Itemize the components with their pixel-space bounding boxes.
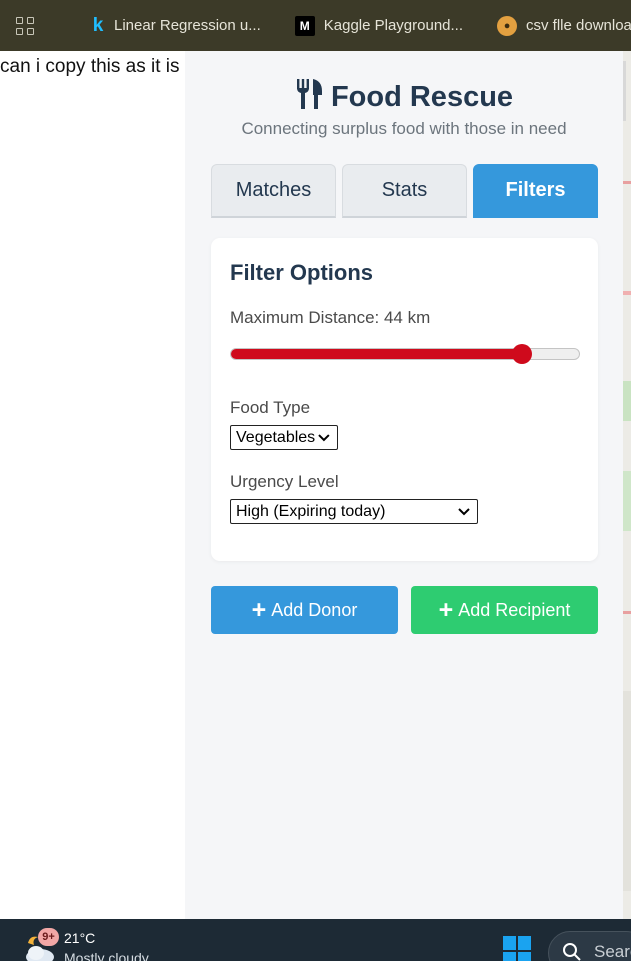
utensils-icon [296,79,322,109]
add-donor-button[interactable]: + Add Donor [211,586,398,634]
plus-icon: + [251,595,267,624]
title-text: Food Rescue [330,81,514,113]
search-icon [563,943,581,961]
bookmark-linear-regression[interactable]: k Linear Regression u... [91,15,261,37]
left-text: can i copy this as it is [0,56,180,77]
medium-icon: M [294,15,315,36]
distance-slider-thumb[interactable] [511,344,532,364]
chevron-down-icon [458,507,470,515]
csv-icon: ● [497,15,518,36]
apps-grid-icon[interactable] [16,16,34,35]
urgency-label: Urgency Level [230,472,339,491]
distance-label: Maximum Distance: 44 km [230,308,431,327]
map-strip [623,51,631,919]
add-recipient-button[interactable]: + Add Recipient [411,586,598,634]
windows-start-icon[interactable] [503,936,532,961]
search-label: Search [594,942,631,961]
weather-condition[interactable]: Mostly cloudy [64,950,149,961]
bookmarks-bar: k Linear Regression u... M Kaggle Playgr… [0,0,631,51]
tab-matches[interactable]: Matches [211,164,336,218]
bookmark-label: Linear Regression u... [114,17,261,34]
food-rescue-app: Food Rescue Connecting surplus food with… [185,51,623,919]
tab-bar: Matches Stats Filters [211,164,598,218]
urgency-value: High (Expiring today) [236,502,386,520]
page-title: Food Rescue [185,79,623,114]
food-type-select[interactable]: Vegetables [230,425,338,450]
distance-slider-fill [231,349,522,359]
taskbar-search[interactable]: Search [548,931,631,961]
notification-badge: 9+ [38,928,59,946]
bookmark-kaggle-playground[interactable]: M Kaggle Playground... [294,15,464,36]
urgency-select[interactable]: High (Expiring today) [230,499,478,524]
bookmark-label: csv flle download [526,17,631,34]
kaggle-k-icon: k [92,14,104,36]
bookmark-label: Kaggle Playground... [323,17,464,34]
distance-slider[interactable] [230,344,580,364]
tab-stats[interactable]: Stats [342,164,467,218]
food-type-value: Vegetables [236,428,316,446]
left-panel: can i copy this as it is [0,51,185,919]
add-recipient-label: Add Recipient [458,599,571,620]
subtitle: Connecting surplus food with those in ne… [241,119,567,138]
chevron-down-icon [318,433,330,441]
weather-temperature[interactable]: 21°C [64,930,95,946]
tab-filters[interactable]: Filters [473,164,598,218]
add-donor-label: Add Donor [271,599,358,620]
bookmark-csv-download[interactable]: ● csv flle download [497,15,631,36]
taskbar: 9+ 21°C Mostly cloudy Search [0,919,631,961]
food-type-label: Food Type [230,398,311,417]
filter-options-title: Filter Options [230,260,373,285]
filter-options-card: Filter Options Maximum Distance: 44 km F… [211,238,598,561]
plus-icon: + [438,595,454,624]
